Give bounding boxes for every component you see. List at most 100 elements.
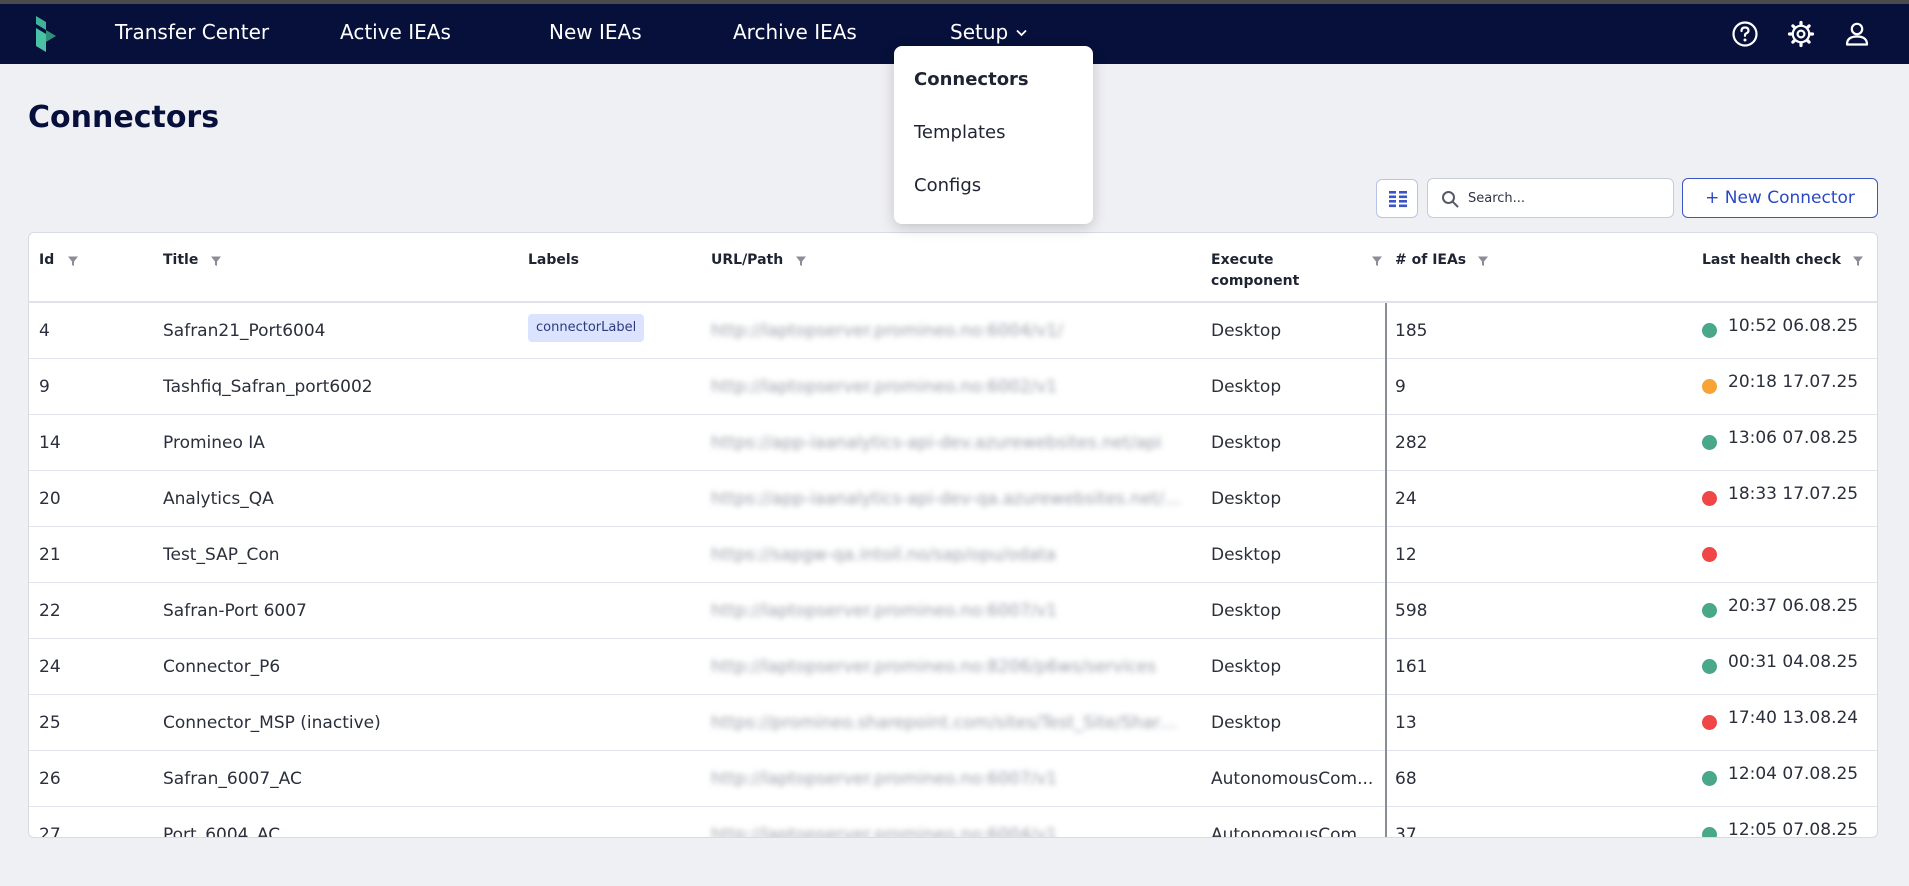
- cell-url: http://laptopserver.promineo.no:8206/p6w…: [711, 657, 1157, 677]
- nav-archive-ieas[interactable]: Archive IEAs: [733, 20, 857, 44]
- table-row[interactable]: 25 Connector_MSP (inactive) https://promin…: [29, 695, 1877, 751]
- page-title: Connectors: [28, 100, 220, 135]
- cell-last-health-check: 20:37 06.08.25: [1728, 596, 1859, 616]
- cell-iea-count: 12: [1395, 545, 1417, 565]
- cell-iea-count: 161: [1395, 657, 1428, 677]
- status-dot-icon: [1702, 435, 1717, 450]
- user-icon[interactable]: [1842, 19, 1872, 49]
- cell-id: 22: [39, 601, 61, 621]
- table-row[interactable]: 21 Test_SAP_Con https://sapgw-qa.intoil.no…: [29, 527, 1877, 583]
- nav-setup[interactable]: Setup: [950, 20, 1027, 44]
- connectors-table: Id Title Labels URL/Path Execute compone…: [28, 232, 1878, 838]
- cell-url: https://app-iaanalytics-api-dev-qa.azure…: [711, 489, 1187, 509]
- cell-id: 20: [39, 489, 61, 509]
- app-logo-icon[interactable]: [30, 14, 58, 54]
- settings-gear-icon[interactable]: [1786, 19, 1816, 49]
- table-row[interactable]: 14 Promineo IA https://app-iaanalytics-api…: [29, 415, 1877, 471]
- column-resize-divider[interactable]: [1385, 303, 1387, 837]
- menu-item-configs[interactable]: Configs: [914, 175, 981, 196]
- cell-last-health-check: 17:40 13.08.24: [1728, 708, 1859, 728]
- cell-id: 21: [39, 545, 61, 565]
- cell-title: Promineo IA: [163, 433, 265, 453]
- column-header-execute-component[interactable]: Execute component: [1211, 250, 1331, 292]
- chevron-down-icon: [1016, 29, 1027, 37]
- cell-iea-count: 185: [1395, 321, 1428, 341]
- status-dot-icon: [1702, 771, 1717, 786]
- cell-execute-component: Desktop: [1211, 601, 1282, 621]
- column-header-labels: Labels: [528, 252, 580, 268]
- cell-url: http://laptopserver.promineo.no:6004/v1: [711, 825, 1058, 838]
- cell-url: https://promineo.sharepoint.com/sites/Te…: [711, 713, 1187, 733]
- status-dot-icon: [1702, 603, 1717, 618]
- table-row[interactable]: 24 Connector_P6 http://laptopserver.promin…: [29, 639, 1877, 695]
- filter-icon[interactable]: [1477, 255, 1489, 267]
- cell-execute-component: Desktop: [1211, 377, 1282, 397]
- column-header-iea-count[interactable]: # of IEAs: [1395, 250, 1466, 271]
- new-connector-button[interactable]: + New Connector: [1682, 178, 1878, 218]
- cell-iea-count: 9: [1395, 377, 1406, 397]
- cell-id: 24: [39, 657, 61, 677]
- cell-title: Tashfiq_Safran_port6002: [163, 377, 373, 397]
- nav-setup-label: Setup: [950, 20, 1009, 44]
- cell-iea-count: 24: [1395, 489, 1417, 509]
- cell-iea-count: 13: [1395, 713, 1417, 733]
- status-dot-icon: [1702, 323, 1717, 338]
- nav-active-ieas[interactable]: Active IEAs: [340, 20, 451, 44]
- cell-last-health-check: 12:04 07.08.25: [1728, 764, 1859, 784]
- cell-url: https://sapgw-qa.intoil.no/sap/opu/odata: [711, 545, 1056, 565]
- cell-execute-component: Desktop: [1211, 433, 1282, 453]
- cell-title: Port_6004_AC: [163, 825, 281, 838]
- cell-execute-component: Desktop: [1211, 545, 1282, 565]
- nav-new-ieas[interactable]: New IEAs: [549, 20, 642, 44]
- search-field[interactable]: [1427, 178, 1674, 218]
- table-row[interactable]: 20 Analytics_QA https://app-iaanalytics-ap…: [29, 471, 1877, 527]
- help-icon[interactable]: [1730, 19, 1760, 49]
- column-header-id[interactable]: Id: [39, 250, 54, 271]
- status-dot-icon: [1702, 379, 1717, 394]
- filter-icon[interactable]: [1371, 255, 1383, 267]
- column-header-url[interactable]: URL/Path: [711, 250, 783, 271]
- column-header-title[interactable]: Title: [163, 250, 198, 271]
- column-header-last-health-check[interactable]: Last health check: [1702, 250, 1841, 271]
- table-row[interactable]: 9 Tashfiq_Safran_port6002 http://laptopser…: [29, 359, 1877, 415]
- filter-icon[interactable]: [67, 255, 79, 267]
- cell-last-health-check: 10:52 06.08.25: [1728, 316, 1859, 336]
- status-dot-icon: [1702, 659, 1717, 674]
- setup-dropdown-menu: Connectors Templates Configs: [894, 46, 1093, 224]
- cell-id: 25: [39, 713, 61, 733]
- cell-last-health-check: 12:05 07.08.25: [1728, 820, 1859, 838]
- cell-execute-component: Desktop: [1211, 657, 1282, 677]
- cell-last-health-check: 13:06 07.08.25: [1728, 428, 1859, 448]
- cell-title: Safran_6007_AC: [163, 769, 302, 789]
- table-row[interactable]: 22 Safran-Port 6007 http://laptopserver.pr…: [29, 583, 1877, 639]
- status-dot-icon: [1702, 827, 1717, 837]
- column-view-icon: [1389, 191, 1407, 208]
- cell-id: 26: [39, 769, 61, 789]
- cell-execute-component: Desktop: [1211, 713, 1282, 733]
- filter-icon[interactable]: [1852, 255, 1864, 267]
- nav-transfer-center[interactable]: Transfer Center: [115, 20, 269, 44]
- cell-execute-component: AutonomousCom...: [1211, 825, 1374, 838]
- cell-title: Safran-Port 6007: [163, 601, 307, 621]
- cell-url: http://laptopserver.promineo.no:6004/v1/: [711, 321, 1063, 341]
- cell-id: 27: [39, 825, 61, 838]
- status-dot-icon: [1702, 547, 1717, 562]
- column-view-button[interactable]: [1376, 179, 1418, 218]
- cell-last-health-check: 00:31 04.08.25: [1728, 652, 1859, 672]
- filter-icon[interactable]: [795, 255, 807, 267]
- label-chip[interactable]: connectorLabel: [528, 314, 645, 342]
- cell-id: 14: [39, 433, 61, 453]
- menu-item-templates[interactable]: Templates: [914, 122, 1006, 143]
- cell-url: http://laptopserver.promineo.no:6002/v1: [711, 377, 1058, 397]
- table-row[interactable]: 27 Port_6004_AC http://laptopserver.promin…: [29, 807, 1877, 838]
- cell-title: Safran21_Port6004: [163, 321, 326, 341]
- table-row[interactable]: 26 Safran_6007_AC http://laptopserver.prom…: [29, 751, 1877, 807]
- cell-id: 4: [39, 321, 50, 341]
- cell-title: Test_SAP_Con: [163, 545, 280, 565]
- table-row[interactable]: 4 Safran21_Port6004 connectorLabel http://l…: [29, 303, 1877, 359]
- cell-title: Connector_P6: [163, 657, 281, 677]
- search-input[interactable]: [1468, 187, 1663, 209]
- menu-item-connectors[interactable]: Connectors: [914, 69, 1029, 90]
- filter-icon[interactable]: [210, 255, 222, 267]
- cell-iea-count: 68: [1395, 769, 1417, 789]
